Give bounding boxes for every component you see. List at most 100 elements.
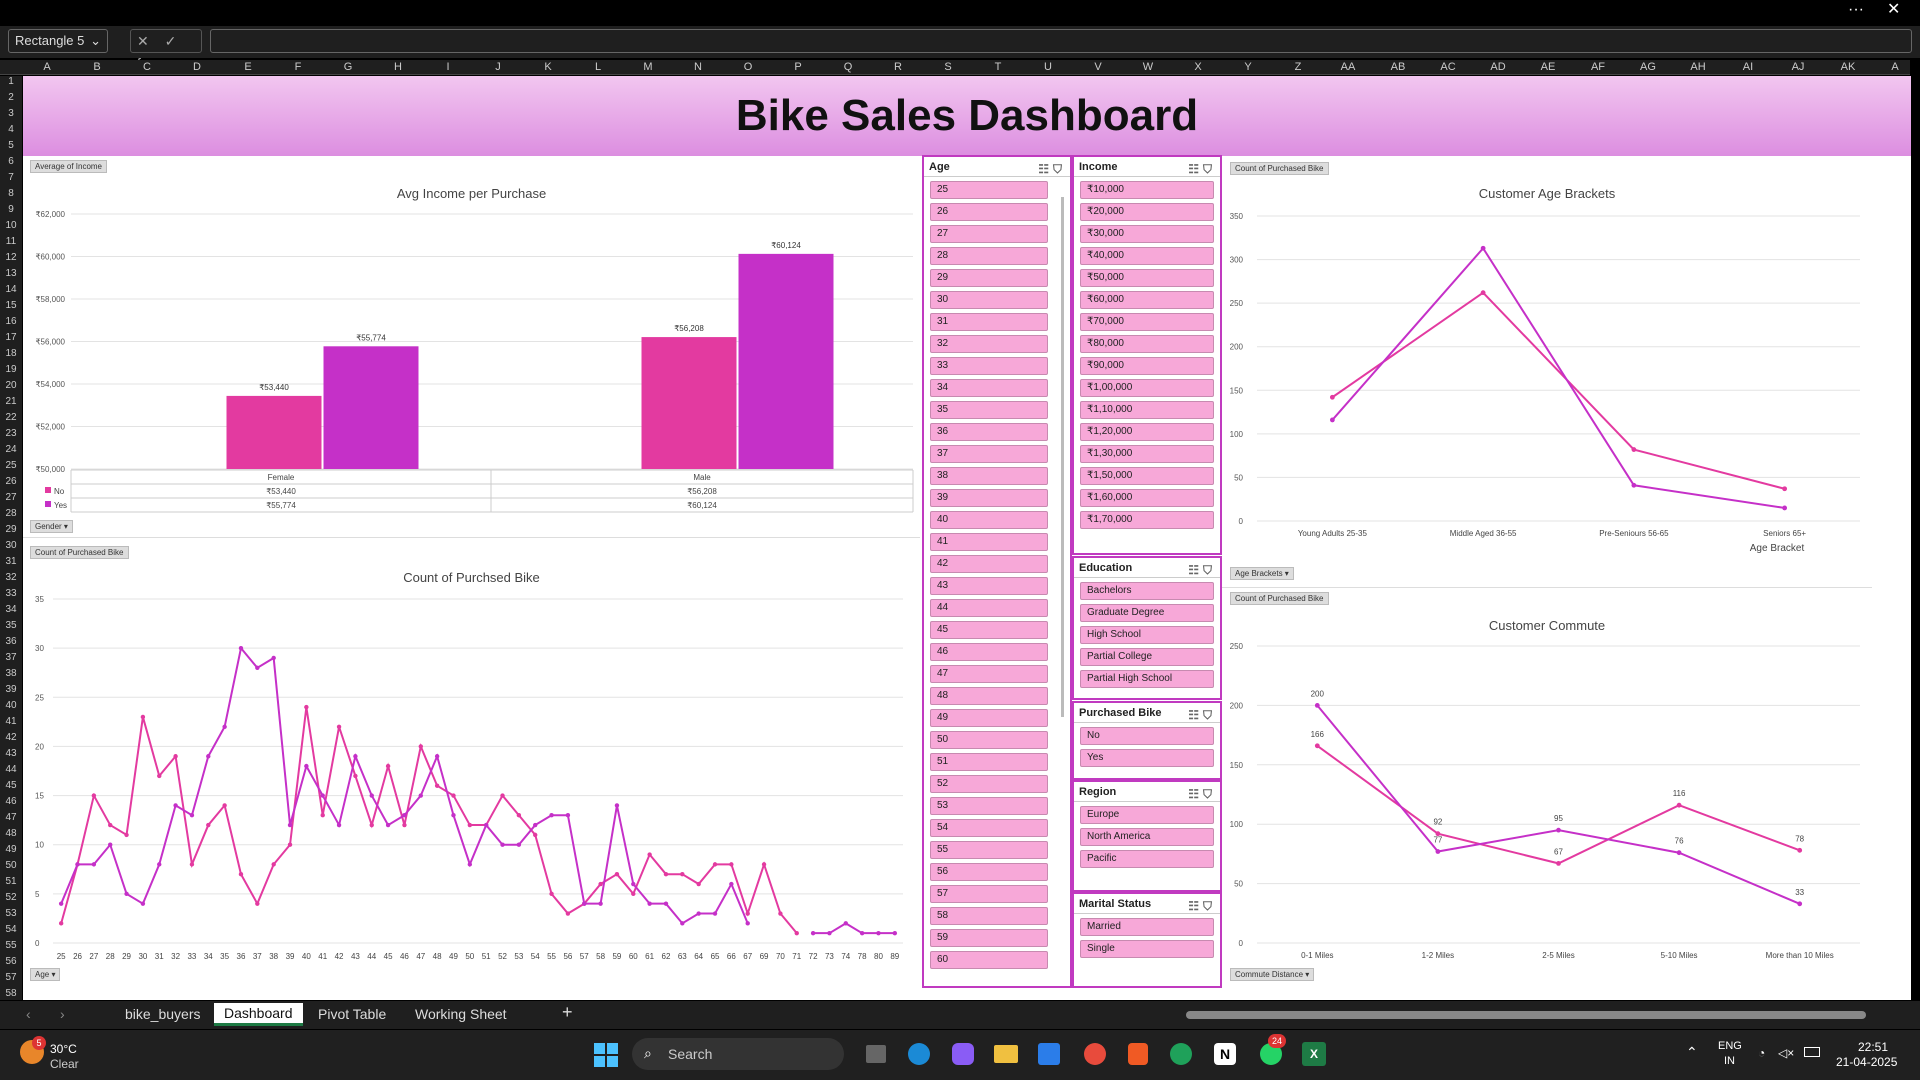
slicer-item-age[interactable]: 40 [930,511,1048,529]
commute-filter-button[interactable]: Commute Distance ▾ [1230,968,1315,981]
row-header[interactable]: 45 [0,780,22,791]
income-chart[interactable]: Average of Income Avg Income per Purchas… [23,156,920,538]
marital-slicer[interactable]: Marital Status ☷⛉ Married Single [1072,892,1222,988]
column-header[interactable]: P [776,60,820,75]
row-header[interactable]: 55 [0,940,22,951]
slicer-item-age[interactable]: 57 [930,885,1048,903]
slicer-item-age[interactable]: 52 [930,775,1048,793]
column-header[interactable]: S [926,60,970,75]
slicer-item-purchased[interactable]: Yes [1080,749,1214,767]
slicer-item-income[interactable]: ₹80,000 [1080,335,1214,353]
row-header[interactable]: 11 [0,236,22,247]
slicer-item-age[interactable]: 39 [930,489,1048,507]
search-box[interactable]: ⌕ Search [632,1038,844,1070]
slicer-item-income[interactable]: ₹1,00,000 [1080,379,1214,397]
slicer-item-age[interactable]: 37 [930,445,1048,463]
slicer-item-age[interactable]: 44 [930,599,1048,617]
tab-bike-buyers[interactable]: bike_buyers [125,1006,201,1022]
row-header[interactable]: 23 [0,428,22,439]
column-header[interactable]: L [576,60,620,75]
row-header[interactable]: 19 [0,364,22,375]
column-header[interactable]: N [676,60,720,75]
slicer-item-income[interactable]: ₹10,000 [1080,181,1214,199]
slicer-item-age[interactable]: 30 [930,291,1048,309]
slicer-item-education[interactable]: High School [1080,626,1214,644]
age-filter-button[interactable]: Age ▾ [30,968,61,981]
row-header[interactable]: 10 [0,220,22,231]
column-header[interactable]: AE [1526,60,1570,75]
name-box[interactable]: Rectangle 5 ⌄ [8,29,108,53]
row-header[interactable]: 46 [0,796,22,807]
row-header[interactable]: 50 [0,860,22,871]
column-header[interactable]: E [226,60,270,75]
slicer-item-income[interactable]: ₹90,000 [1080,357,1214,375]
slicer-item-income[interactable]: ₹1,10,000 [1080,401,1214,419]
edge-icon[interactable] [908,1043,930,1065]
slicer-item-age[interactable]: 46 [930,643,1048,661]
slicer-item-age[interactable]: 25 [930,181,1048,199]
column-header[interactable]: U [1026,60,1070,75]
row-header[interactable]: 49 [0,844,22,855]
scroll-right-icon[interactable]: › [60,1006,65,1022]
row-header[interactable]: 54 [0,924,22,935]
row-header[interactable]: 14 [0,284,22,295]
slicer-item-age[interactable]: 28 [930,247,1048,265]
row-header[interactable]: 4 [0,124,22,135]
close-icon[interactable]: ✕ [1887,0,1900,20]
column-header[interactable]: H [376,60,420,75]
row-header[interactable]: 43 [0,748,22,759]
slicer-item-age[interactable]: 56 [930,863,1048,881]
column-header[interactable]: J [476,60,520,75]
column-header[interactable]: R [876,60,920,75]
slicer-item-income[interactable]: ₹60,000 [1080,291,1214,309]
slicer-item-age[interactable]: 45 [930,621,1048,639]
row-header[interactable]: 18 [0,348,22,359]
row-header[interactable]: 33 [0,588,22,599]
chevron-up-icon[interactable]: ⌃ [1686,1044,1698,1061]
formula-actions[interactable]: ✕ ✓ fx [130,29,202,71]
slicer-item-age[interactable]: 42 [930,555,1048,573]
row-header[interactable]: 7 [0,172,22,183]
column-header[interactable]: AB [1376,60,1420,75]
row-header[interactable]: 38 [0,668,22,679]
slicer-item-age[interactable]: 49 [930,709,1048,727]
slicer-item-region[interactable]: Pacific [1080,850,1214,868]
row-header[interactable]: 40 [0,700,22,711]
row-header[interactable]: 32 [0,572,22,583]
row-header[interactable]: 44 [0,764,22,775]
row-header[interactable]: 5 [0,140,22,151]
column-header[interactable]: X [1176,60,1220,75]
notion-icon[interactable]: N [1214,1043,1236,1065]
slicer-item-marital[interactable]: Married [1080,918,1214,936]
education-slicer[interactable]: Education ☷⛉ Bachelors Graduate Degree High… [1072,556,1222,700]
column-header[interactable]: B [75,60,119,75]
multiselect-filter-clear-icons[interactable]: ☷⛉ [1188,896,1216,916]
slicer-item-income[interactable]: ₹1,50,000 [1080,467,1214,485]
slicer-item-age[interactable]: 58 [930,907,1048,925]
row-header[interactable]: 12 [0,252,22,263]
slicer-item-age[interactable]: 54 [930,819,1048,837]
row-header[interactable]: 37 [0,652,22,663]
column-header[interactable]: AC [1426,60,1470,75]
slicer-item-age[interactable]: 51 [930,753,1048,771]
more-options-icon[interactable]: ··· [1848,0,1864,20]
slicer-item-income[interactable]: ₹1,70,000 [1080,511,1214,529]
row-header[interactable]: 29 [0,524,22,535]
slicer-item-age[interactable]: 43 [930,577,1048,595]
brave-icon[interactable] [1128,1043,1148,1065]
column-header[interactable]: O [726,60,770,75]
wifi-icon[interactable]: ◔ [1758,1046,1765,1060]
slicer-item-age[interactable]: 32 [930,335,1048,353]
slicer-item-age[interactable]: 47 [930,665,1048,683]
chrome-icon[interactable] [1084,1043,1106,1065]
row-header[interactable]: 27 [0,492,22,503]
slicer-item-income[interactable]: ₹20,000 [1080,203,1214,221]
slicer-item-age[interactable]: 50 [930,731,1048,749]
start-icon[interactable] [594,1043,618,1067]
row-header[interactable]: 16 [0,316,22,327]
column-header[interactable]: Y [1226,60,1270,75]
row-header[interactable]: 8 [0,188,22,199]
column-header[interactable]: W [1126,60,1170,75]
slicer-item-age[interactable]: 41 [930,533,1048,551]
row-header[interactable]: 56 [0,956,22,967]
